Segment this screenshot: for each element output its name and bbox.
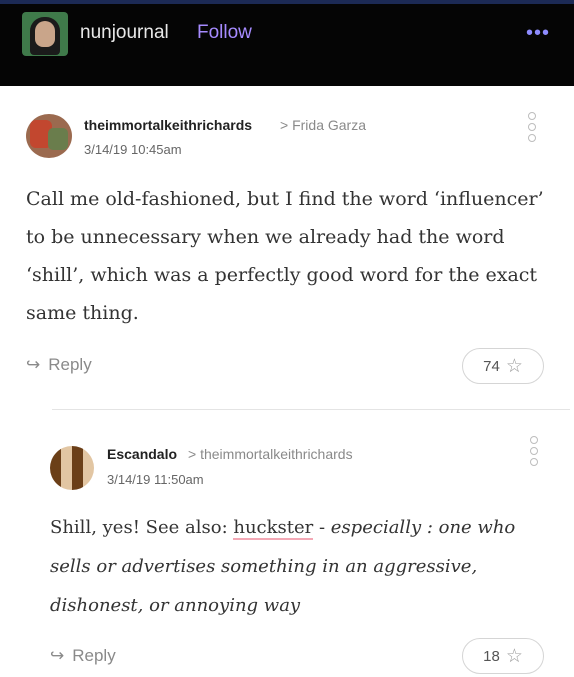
comment-author[interactable]: Escandalo — [107, 446, 177, 462]
avatar-tile — [61, 446, 72, 457]
ellipsis-icon[interactable]: ••• — [526, 22, 550, 45]
reply-arrow-icon: ↪ — [50, 646, 65, 665]
reply-label: Reply — [48, 355, 92, 374]
chevron-right-icon: > — [280, 117, 289, 133]
dot — [530, 458, 538, 466]
comment-body: Call me old-fashioned, but I find the wo… — [26, 188, 544, 324]
reply-label: Reply — [72, 646, 116, 665]
more-options-icon[interactable] — [528, 112, 538, 142]
blog-header-bar: nunjournal Follow ••• — [0, 0, 574, 86]
dot — [528, 123, 536, 131]
comment-body: Shill, yes! See also: huckster - especia… — [50, 508, 550, 625]
thread-divider — [52, 409, 570, 410]
avatar-tile — [72, 479, 83, 490]
header-accent-line — [0, 0, 574, 4]
blog-name[interactable]: nunjournal — [80, 22, 169, 44]
like-count: 74 — [483, 357, 500, 375]
reply-to-user[interactable]: > theimmortalkeithrichards — [188, 446, 353, 462]
like-button[interactable]: 74 ☆ — [462, 348, 544, 384]
comment-timestamp: 3/14/19 11:50am — [107, 472, 204, 487]
avatar-shape — [48, 128, 68, 150]
avatar-face — [35, 21, 55, 47]
dot — [528, 134, 536, 142]
avatar-tile — [83, 457, 94, 468]
avatar-tile — [72, 468, 83, 479]
avatar-tile — [83, 468, 94, 479]
huckster-link[interactable]: huckster — [233, 517, 314, 540]
follow-button[interactable]: Follow — [197, 22, 252, 44]
avatar-tile — [61, 468, 72, 479]
avatar-tile — [50, 479, 61, 490]
comment-author[interactable]: theimmortalkeithrichards — [84, 117, 252, 133]
avatar-tile — [61, 457, 72, 468]
dot — [528, 112, 536, 120]
comment-timestamp: 3/14/19 10:45am — [84, 142, 182, 157]
more-options-icon[interactable] — [530, 436, 540, 466]
reply-to-name: theimmortalkeithrichards — [200, 446, 353, 462]
body-prefix: Shill, yes! See also: — [50, 517, 234, 538]
commenter-avatar[interactable] — [50, 446, 94, 490]
dot — [530, 447, 538, 455]
avatar-tile — [50, 446, 61, 457]
like-button[interactable]: 18 ☆ — [462, 638, 544, 674]
chevron-right-icon: > — [188, 446, 197, 462]
reply-to-user[interactable]: > Frida Garza — [280, 117, 366, 133]
reply-to-name: Frida Garza — [292, 117, 366, 133]
avatar-tile — [83, 479, 94, 490]
star-icon: ☆ — [505, 355, 523, 377]
avatar-tile — [72, 446, 83, 457]
star-icon: ☆ — [505, 645, 523, 667]
commenter-avatar[interactable] — [26, 114, 72, 158]
reply-button[interactable]: ↪ Reply — [26, 355, 92, 375]
reply-arrow-icon: ↪ — [26, 355, 41, 374]
body-dash: - — [313, 517, 331, 538]
avatar-tile — [50, 468, 61, 479]
avatar-tile — [83, 446, 94, 457]
dot — [530, 436, 538, 444]
avatar-tile — [72, 457, 83, 468]
like-count: 18 — [483, 647, 500, 665]
avatar-tile — [61, 479, 72, 490]
reply-button[interactable]: ↪ Reply — [50, 646, 116, 666]
avatar-tile — [50, 457, 61, 468]
blog-avatar[interactable] — [22, 12, 68, 56]
